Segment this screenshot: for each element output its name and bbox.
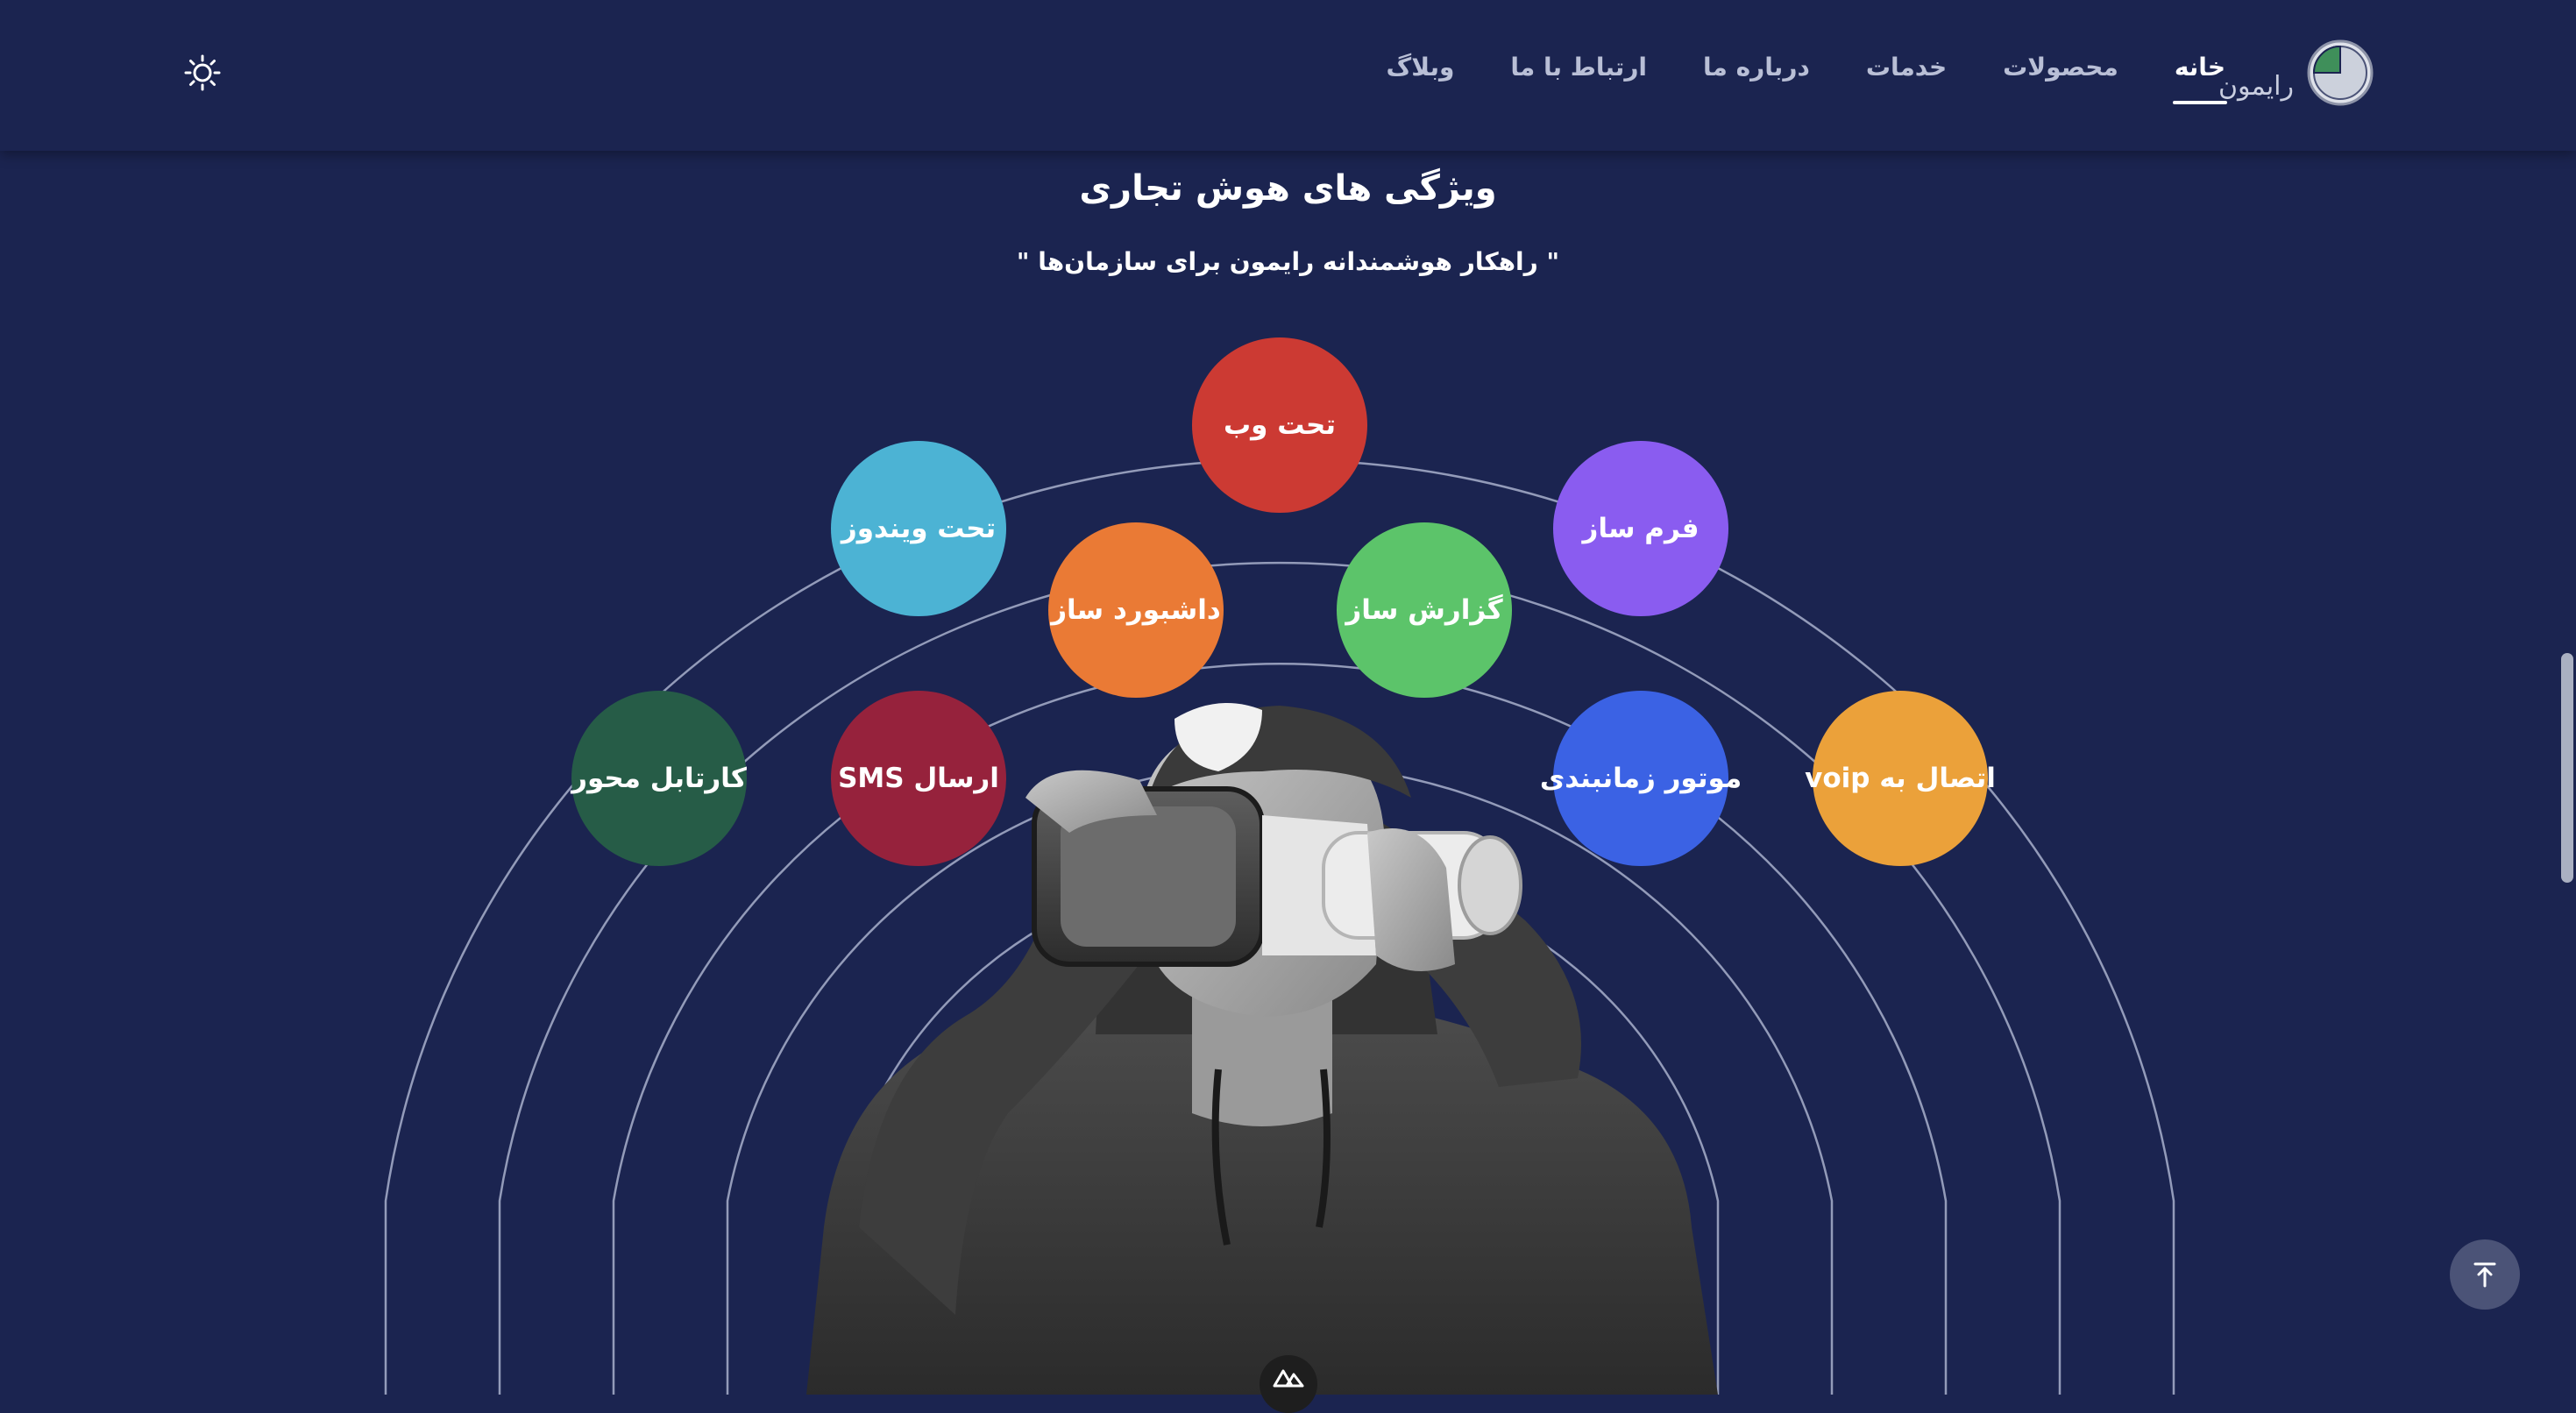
- feature-label: فرم ساز: [1582, 513, 1700, 544]
- feature-label: گزارش ساز: [1345, 594, 1503, 626]
- feature-label: کارتابل محور: [571, 763, 747, 794]
- theme-toggle-button[interactable]: [184, 54, 221, 91]
- nav-item-blog[interactable]: وبلاگ: [1387, 53, 1455, 82]
- feature-sms[interactable]: ارسال SMS: [831, 691, 1006, 866]
- feature-label: موتور زمانبندی: [1539, 763, 1742, 794]
- nuxt-logo-icon: [1273, 1369, 1304, 1388]
- nav-item-products[interactable]: محصولات: [2003, 53, 2118, 82]
- feature-windows-based[interactable]: تحت ویندوز: [831, 441, 1006, 616]
- sun-icon: [184, 54, 221, 91]
- feature-dashboard-builder[interactable]: داشبورد ساز: [1048, 522, 1224, 698]
- feature-label: داشبورد ساز: [1051, 594, 1221, 626]
- page-scrollbar-thumb[interactable]: [2561, 653, 2573, 883]
- brand-name: رایمون: [2218, 70, 2294, 102]
- scroll-to-top-button[interactable]: [2450, 1239, 2520, 1310]
- feature-scheduler[interactable]: موتور زمانبندی: [1540, 691, 1742, 866]
- feature-label: تحت ویندوز: [841, 513, 997, 544]
- feature-label: تحت وب: [1224, 409, 1337, 441]
- pie-chart-logo-icon: [2307, 39, 2374, 106]
- nav-item-contact[interactable]: ارتباط با ما: [1510, 53, 1647, 82]
- arrow-up-to-line-icon: [2473, 1262, 2496, 1288]
- main-nav: وبلاگ ارتباط با ما درباره ما خدمات محصول…: [1331, 53, 2228, 104]
- nav-item-about[interactable]: درباره ما: [1703, 53, 1810, 82]
- feature-web-based[interactable]: تحت وب: [1192, 337, 1367, 513]
- feature-workflow[interactable]: کارتابل محور: [571, 691, 747, 866]
- brand-logo-link[interactable]: رایمون: [2218, 39, 2374, 107]
- feature-label: اتصال به voip: [1805, 763, 1996, 794]
- framework-badge[interactable]: [1260, 1355, 1317, 1413]
- feature-form-builder[interactable]: فرم ساز: [1553, 441, 1728, 616]
- feature-report-builder[interactable]: گزارش ساز: [1337, 522, 1512, 698]
- feature-label: ارسال SMS: [838, 763, 999, 794]
- site-header: وبلاگ ارتباط با ما درباره ما خدمات محصول…: [0, 0, 2576, 151]
- feature-voip[interactable]: اتصال به voip: [1805, 691, 1996, 866]
- nav-item-services[interactable]: خدمات: [1866, 53, 1947, 82]
